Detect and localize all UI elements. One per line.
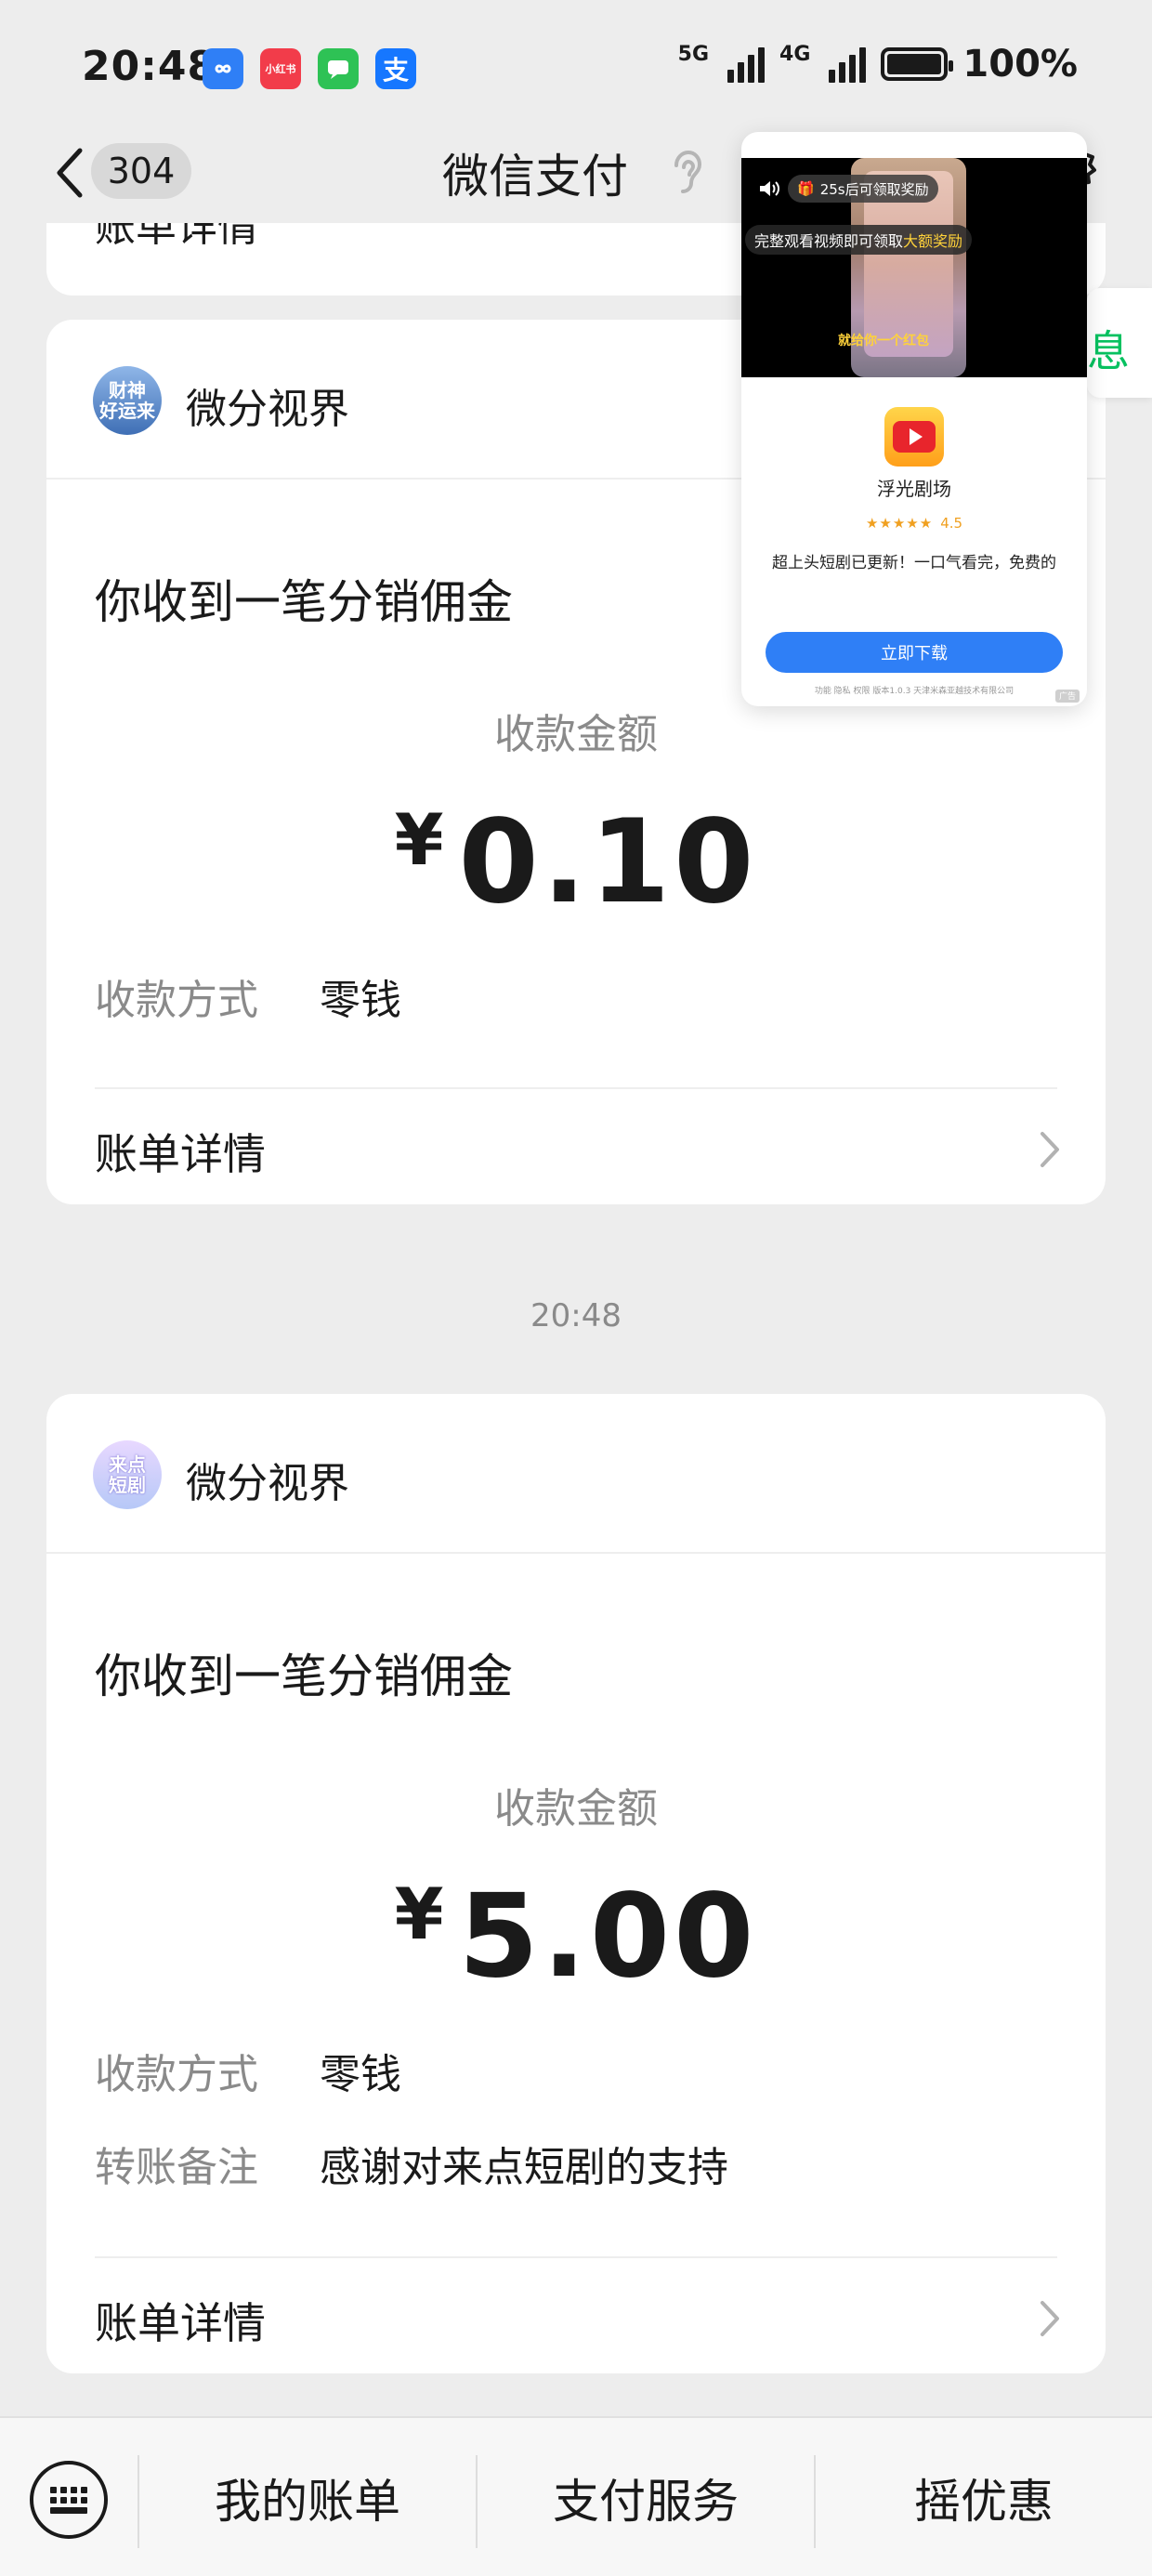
status-time: 20:48: [82, 43, 217, 90]
signal-4g-icon: [829, 46, 867, 83]
ad-video-caption: 就给你一个红包: [838, 334, 929, 348]
bill-details-link[interactable]: 账单详情: [95, 1121, 266, 1182]
menu-shake-deals[interactable]: 摇优惠: [816, 2418, 1152, 2576]
chevron-right-icon[interactable]: [1037, 2297, 1063, 2340]
menu-my-bills[interactable]: 我的账单: [139, 2418, 476, 2576]
notification-app-icons: 小红书 支: [203, 48, 416, 89]
ad-video[interactable]: 🎁 25s后可领取奖励 完整观看视频即可领取 大额奖励 就给你一个红包: [741, 158, 1087, 377]
amount-number: 5.00: [458, 1870, 758, 2004]
chevron-right-icon[interactable]: [1037, 1128, 1063, 1171]
app-logo-icon[interactable]: [884, 407, 944, 467]
page-title: 微信支付: [442, 150, 628, 204]
amount-value: ¥5.00: [46, 1870, 1106, 2004]
status-bar: 20:48 小红书 支 5G 4G 100%: [0, 0, 1152, 138]
ad-reward-banner: 完整观看视频即可领取 大额奖励: [745, 225, 973, 255]
note-label: 转账备注: [95, 2144, 258, 2191]
sender-name[interactable]: 微分视界: [186, 375, 349, 435]
card-title: 你收到一笔分销佣金: [95, 575, 513, 629]
method-label: 收款方式: [95, 2051, 258, 2098]
messages-icon: [318, 48, 359, 89]
menu-payment-services[interactable]: 支付服务: [478, 2418, 814, 2576]
method-label: 收款方式: [95, 977, 258, 1024]
ad-countdown: 🎁 25s后可领取奖励: [788, 175, 938, 203]
speaker-icon[interactable]: [758, 178, 780, 199]
keyboard-toggle-icon[interactable]: [30, 2461, 108, 2539]
battery-icon: [881, 47, 954, 81]
card-title: 你收到一笔分销佣金: [95, 1649, 513, 1703]
floating-ad[interactable]: 🎁 25s后可领取奖励 完整观看视频即可领取 大额奖励 就给你一个红包 浮光剧场 …: [741, 132, 1087, 706]
divider: [95, 1087, 1057, 1089]
sender-name[interactable]: 微分视界: [186, 1450, 349, 1509]
star-rating-icon: ★★★★★: [865, 515, 934, 532]
battery-percent: 100%: [962, 43, 1078, 85]
right-edge-floating-tab[interactable]: 息: [1087, 288, 1152, 398]
amount-number: 0.10: [458, 795, 758, 929]
back-arrow-icon[interactable]: [48, 145, 93, 201]
bill-details-link[interactable]: 账单详情: [95, 223, 258, 253]
amount-label: 收款金额: [494, 711, 658, 758]
note-value: 感谢对来点短剧的支持: [320, 2144, 728, 2191]
ad-footer-links[interactable]: 功能 隐私 权限 版本1.0.3 天津米森亚越技术有限公司: [741, 684, 1087, 696]
payment-card-2: 来点 短剧 微分视界 你收到一笔分销佣金 收款金额 ¥5.00 收款方式 零钱 …: [46, 1394, 1106, 2373]
right-peek-text: 息: [1087, 326, 1130, 376]
time-separator: 20:48: [530, 1297, 622, 1334]
ad-rating: ★★★★★ 4.5: [865, 515, 963, 532]
sender-avatar[interactable]: 财神 好运来: [93, 366, 162, 435]
amount-label: 收款金额: [494, 1785, 658, 1833]
currency-symbol: ¥: [394, 1873, 448, 1955]
gift-icon: 🎁: [797, 180, 815, 197]
divider: [95, 2256, 1057, 2258]
currency-symbol: ¥: [394, 798, 448, 881]
card-header[interactable]: 来点 短剧 微分视界: [46, 1394, 1106, 1554]
sender-avatar[interactable]: 来点 短剧: [93, 1440, 162, 1509]
ad-tag: 广告: [1054, 690, 1080, 703]
xiaohongshu-icon: 小红书: [260, 48, 301, 89]
alipay-icon: 支: [375, 48, 416, 89]
method-value: 零钱: [320, 977, 401, 1024]
network-5g-label: 5G: [677, 43, 710, 66]
download-button[interactable]: 立即下载: [766, 632, 1063, 673]
network-4g-label: 4G: [779, 43, 811, 66]
status-indicators: 5G 4G 100%: [678, 43, 1078, 85]
ad-app-name: 浮光剧场: [877, 478, 951, 500]
bottom-menu-bar: 我的账单 支付服务 摇优惠: [0, 2416, 1152, 2576]
signal-5g-icon: [727, 46, 766, 83]
method-value: 零钱: [320, 2051, 401, 2098]
unread-count-badge[interactable]: 304: [91, 143, 191, 199]
bill-details-link[interactable]: 账单详情: [95, 2290, 266, 2351]
infinity-app-icon: [203, 48, 243, 89]
amount-value: ¥0.10: [46, 795, 1106, 929]
ad-description: 超上头短剧已更新！一口气看完，免费的: [772, 554, 1056, 572]
mute-ear-icon: [674, 150, 702, 193]
